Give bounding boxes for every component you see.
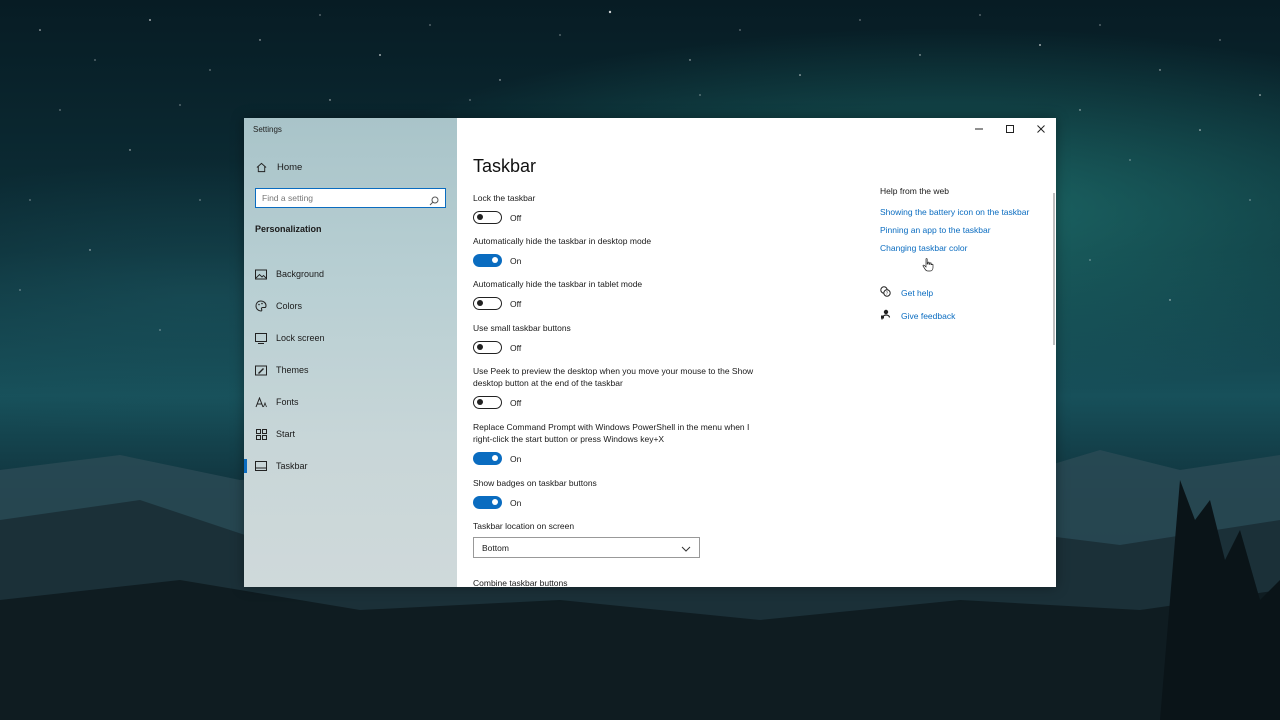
badges-toggle[interactable] <box>473 496 502 509</box>
minimize-button[interactable] <box>963 118 994 140</box>
setting-peek: Use Peek to preview the desktop when you… <box>473 365 773 409</box>
setting-label: Show badges on taskbar buttons <box>473 478 597 488</box>
start-icon <box>255 428 267 440</box>
chevron-down-icon <box>681 539 691 557</box>
setting-lock-taskbar: Lock the taskbar Off <box>473 192 773 224</box>
setting-autohide-tablet: Automatically hide the taskbar in tablet… <box>473 278 773 310</box>
scrollbar[interactable] <box>1053 193 1055 345</box>
lock-screen-icon <box>255 332 267 344</box>
setting-label: Use small taskbar buttons <box>473 323 571 333</box>
nav-item-taskbar[interactable]: Taskbar <box>244 450 457 482</box>
setting-label: Use Peek to preview the desktop when you… <box>473 366 754 388</box>
setting-autohide-desktop: Automatically hide the taskbar in deskto… <box>473 235 773 267</box>
nav-item-colors[interactable]: Colors <box>244 290 457 322</box>
background-icon <box>255 268 267 280</box>
autohide-desktop-toggle[interactable] <box>473 254 502 267</box>
chat-help-icon: ? <box>880 286 891 299</box>
feedback-icon <box>880 309 891 322</box>
themes-icon <box>255 364 267 376</box>
nav-item-label: Themes <box>276 365 309 375</box>
settings-window: Settings Home Personalization Background <box>244 118 1056 587</box>
toggle-state: On <box>510 453 522 464</box>
nav-item-label: Background <box>276 269 325 279</box>
toggle-state: On <box>510 497 522 508</box>
toggle-state: Off <box>510 397 522 408</box>
caption-buttons <box>963 118 1056 140</box>
give-feedback-label: Give feedback <box>901 310 956 321</box>
toggle-state: On <box>510 255 522 266</box>
page-title: Taskbar <box>473 156 537 176</box>
setting-label: Automatically hide the taskbar in deskto… <box>473 236 652 246</box>
toggle-state: Off <box>510 298 522 309</box>
nav-item-label: Lock screen <box>276 333 325 343</box>
search-box[interactable] <box>255 188 446 208</box>
help-title: Help from the web <box>880 186 949 196</box>
settings-main: Taskbar Lock the taskbar Off Automatical… <box>457 118 1056 587</box>
nav-item-background[interactable]: Background <box>244 258 457 290</box>
setting-label: Automatically hide the taskbar in tablet… <box>473 279 643 289</box>
get-help-link[interactable]: ? Get help <box>880 286 1040 299</box>
setting-badges: Show badges on taskbar buttons On <box>473 477 773 509</box>
settings-nav: Settings Home Personalization Background <box>244 118 457 587</box>
nav-home[interactable]: Home <box>255 159 302 175</box>
search-icon[interactable] <box>429 193 439 211</box>
maximize-button[interactable] <box>994 118 1025 140</box>
colors-icon <box>255 300 267 312</box>
give-feedback-link[interactable]: Give feedback <box>880 309 1040 322</box>
small-buttons-toggle[interactable] <box>473 341 502 354</box>
nav-item-label: Colors <box>276 301 303 311</box>
taskbar-location-select[interactable]: Bottom <box>473 537 700 558</box>
hand-cursor-icon <box>922 258 934 277</box>
setting-powershell: Replace Command Prompt with Windows Powe… <box>473 421 773 465</box>
select-value: Bottom <box>482 542 509 553</box>
lock-taskbar-toggle[interactable] <box>473 211 502 224</box>
nav-item-themes[interactable]: Themes <box>244 354 457 386</box>
setting-label: Replace Command Prompt with Windows Powe… <box>473 422 750 444</box>
nav-item-label: Start <box>276 429 296 439</box>
nav-item-label: Taskbar <box>276 461 308 471</box>
close-button[interactable] <box>1025 118 1056 140</box>
help-panel: Help from the web Showing the battery ic… <box>880 186 1040 322</box>
autohide-tablet-toggle[interactable] <box>473 297 502 310</box>
toggle-state: Off <box>510 212 522 223</box>
powershell-toggle[interactable] <box>473 452 502 465</box>
setting-small-buttons: Use small taskbar buttons Off <box>473 322 773 354</box>
get-help-label: Get help <box>901 287 934 298</box>
setting-label: Lock the taskbar <box>473 193 536 203</box>
home-icon <box>255 161 267 173</box>
toggle-state: Off <box>510 342 522 353</box>
nav-item-label: Fonts <box>276 397 299 407</box>
window-title: Settings <box>253 125 282 134</box>
combine-label: Combine taskbar buttons <box>473 578 568 587</box>
peek-toggle[interactable] <box>473 396 502 409</box>
fonts-icon <box>255 396 267 408</box>
help-link-pinning[interactable]: Pinning an app to the taskbar <box>880 224 1040 236</box>
nav-item-lock-screen[interactable]: Lock screen <box>244 322 457 354</box>
help-link-battery[interactable]: Showing the battery icon on the taskbar <box>880 206 1040 218</box>
home-label: Home <box>277 161 303 173</box>
taskbar-icon <box>255 460 267 472</box>
nav-item-start[interactable]: Start <box>244 418 457 450</box>
setting-location: Taskbar location on screen <box>473 520 773 532</box>
nav-section-heading: Personalization <box>255 224 322 234</box>
nav-item-fonts[interactable]: Fonts <box>244 386 457 418</box>
help-link-color[interactable]: Changing taskbar color <box>880 242 1040 254</box>
nav-list: Background Colors Lock screen Themes Fon… <box>244 258 457 482</box>
location-label: Taskbar location on screen <box>473 521 575 531</box>
search-input[interactable] <box>256 193 426 203</box>
